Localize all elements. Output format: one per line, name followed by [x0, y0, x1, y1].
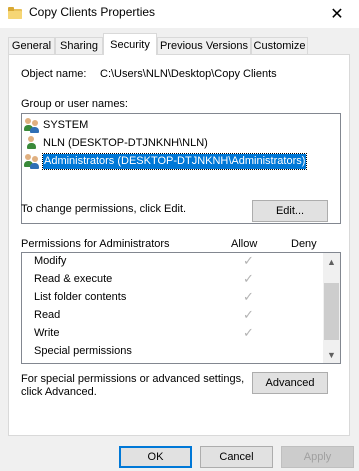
advanced-hint: For special permissions or advanced sett…	[21, 373, 244, 399]
permission-row-modify: Modify ✓	[34, 253, 324, 271]
allow-check-icon: ✓	[243, 271, 254, 286]
group-item-label: NLN (DESKTOP-DTJNKNH\NLN)	[43, 137, 208, 149]
allow-check-icon: ✓	[243, 253, 254, 268]
tab-general[interactable]: General	[8, 37, 55, 54]
permission-name: Special permissions	[34, 345, 132, 357]
users-group-icon	[24, 117, 40, 133]
allow-check-icon: ✓	[243, 307, 254, 322]
deny-column-header: Deny	[291, 238, 317, 250]
list-item-system[interactable]: SYSTEM	[24, 117, 340, 133]
allow-column-header: Allow	[231, 238, 258, 250]
tab-customize[interactable]: Customize	[251, 37, 308, 54]
tab-security[interactable]: Security	[103, 33, 157, 55]
permissions-for-label: Permissions for Administrators	[21, 238, 170, 250]
advanced-hint-line2: click Advanced.	[21, 386, 97, 398]
permission-name: Read	[34, 309, 61, 321]
cancel-button[interactable]: Cancel	[200, 446, 273, 468]
group-names-label: Group or user names:	[21, 98, 128, 110]
permission-row-read: Read ✓	[34, 307, 324, 325]
group-item-label: SYSTEM	[43, 119, 89, 131]
user-icon	[24, 135, 40, 151]
permissions-scrollbar[interactable]: ▲ ▼	[323, 253, 340, 363]
object-name-label: Object name:	[21, 68, 87, 80]
scroll-down-icon[interactable]: ▼	[323, 346, 340, 363]
tab-sharing[interactable]: Sharing	[55, 37, 103, 54]
scroll-thumb[interactable]	[324, 283, 339, 340]
permissions-list: Modify ✓ Read & execute ✓ List folder co…	[21, 252, 341, 364]
list-item-administrators[interactable]: Administrators (DESKTOP-DTJNKNH\Administ…	[24, 152, 340, 170]
change-permissions-hint: To change permissions, click Edit.	[21, 203, 187, 215]
permission-name: Read & execute	[34, 273, 113, 285]
window-title: Copy Clients Properties	[29, 5, 156, 19]
close-icon: ✕	[330, 6, 344, 23]
object-name-value: C:\Users\NLN\Desktop\Copy Clients	[100, 68, 277, 80]
users-group-icon	[24, 153, 40, 169]
security-panel: Object name: C:\Users\NLN\Desktop\Copy C…	[8, 54, 350, 436]
tab-previous-versions[interactable]: Previous Versions	[157, 37, 251, 54]
close-button[interactable]: ✕	[315, 0, 359, 28]
allow-check-icon: ✓	[243, 289, 254, 304]
folder-icon	[8, 7, 22, 19]
permission-row-list-folder: List folder contents ✓	[34, 289, 324, 307]
allow-check-icon: ✓	[243, 325, 254, 340]
group-item-label: Administrators (DESKTOP-DTJNKNH\Administ…	[41, 152, 308, 170]
permission-name: List folder contents	[34, 291, 127, 303]
permission-row-special: Special permissions	[34, 343, 324, 361]
permission-row-write: Write ✓	[34, 325, 324, 343]
edit-button[interactable]: Edit...	[252, 200, 328, 222]
advanced-button[interactable]: Advanced	[252, 372, 328, 394]
permission-name: Modify	[34, 255, 67, 267]
title-bar: Copy Clients Properties ✕	[0, 0, 359, 28]
advanced-hint-line1: For special permissions or advanced sett…	[21, 373, 245, 385]
tab-strip: General Sharing Security Previous Versio…	[0, 33, 359, 55]
list-item-nln[interactable]: NLN (DESKTOP-DTJNKNH\NLN)	[24, 135, 340, 151]
apply-button[interactable]: Apply	[281, 446, 354, 468]
properties-dialog: Copy Clients Properties ✕ General Sharin…	[0, 0, 359, 471]
permission-name: Write	[34, 327, 60, 339]
permission-row-read-execute: Read & execute ✓	[34, 271, 324, 289]
ok-button[interactable]: OK	[119, 446, 192, 468]
scroll-up-icon[interactable]: ▲	[323, 253, 340, 270]
